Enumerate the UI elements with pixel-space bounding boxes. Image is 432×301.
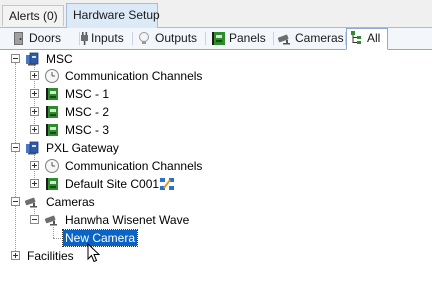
tree-label: MSC - 3 <box>65 123 110 137</box>
tree-node-msc-comm[interactable]: Communication Channels <box>0 67 432 85</box>
tab-outputs-label: Outputs <box>155 31 198 45</box>
expand-toggle[interactable] <box>11 251 20 260</box>
clock-channel-icon <box>45 69 59 83</box>
tree-node-facilities[interactable]: Facilities <box>0 247 432 265</box>
tree-label: Cameras <box>46 195 95 209</box>
tab-doors[interactable]: Doors <box>6 29 80 48</box>
tree-label: PXL Gateway <box>46 141 119 155</box>
camera-icon <box>24 197 37 208</box>
tab-cameras[interactable]: Cameras <box>274 29 346 48</box>
lightbulb-icon <box>139 32 149 44</box>
circuit-board-icon <box>46 106 58 118</box>
tab-all-label: All <box>367 31 381 45</box>
tree-label: Default Site C001 <box>65 177 160 191</box>
expand-toggle[interactable] <box>30 179 39 188</box>
input-plug-icon <box>81 32 88 45</box>
collapse-toggle[interactable] <box>30 215 39 224</box>
tab-inputs[interactable]: Inputs <box>78 29 133 48</box>
tab-alerts[interactable]: Alerts (0) <box>2 5 64 26</box>
tab-cameras-label: Cameras <box>295 31 344 45</box>
tab-doors-label: Doors <box>29 31 62 45</box>
controller-group-icon <box>26 141 39 155</box>
tree-label: Hanwha Wisenet Wave <box>65 213 190 227</box>
tree-label: MSC <box>46 52 73 66</box>
camera-icon <box>277 34 290 45</box>
collapse-toggle[interactable] <box>11 143 20 152</box>
tree-icon <box>351 31 361 44</box>
door-icon <box>14 32 23 45</box>
circuit-board-icon <box>212 32 225 45</box>
tab-panels-label: Panels <box>229 31 266 45</box>
tree-node-msc-1[interactable]: MSC - 1 <box>0 85 432 103</box>
tree-node-cameras[interactable]: Cameras <box>0 193 432 211</box>
circuit-board-icon <box>46 88 58 100</box>
tab-outputs[interactable]: Outputs <box>134 29 206 48</box>
expand-toggle[interactable] <box>30 71 39 80</box>
expand-toggle[interactable] <box>30 125 39 134</box>
tree-node-default-site[interactable]: Default Site C001 <box>0 175 432 193</box>
collapse-toggle[interactable] <box>11 54 20 63</box>
expand-toggle[interactable] <box>30 161 39 170</box>
tree-label: MSC - 1 <box>65 87 110 101</box>
tree-label: MSC - 2 <box>65 105 110 119</box>
tree-node-pxl-gateway[interactable]: PXL Gateway <box>0 139 432 157</box>
tab-inputs-label: Inputs <box>91 31 124 45</box>
expand-toggle[interactable] <box>30 107 39 116</box>
tree-node-hanwha[interactable]: Hanwha Wisenet Wave <box>0 211 432 229</box>
hardware-tree: MSC Communication Channels MSC - 1 MSC -… <box>0 50 432 301</box>
clock-channel-icon <box>45 159 59 173</box>
tree-node-new-camera[interactable]: New Camera <box>0 229 432 247</box>
tree-label: Communication Channels <box>65 69 203 83</box>
controller-group-icon <box>26 52 39 66</box>
tab-panels[interactable]: Panels <box>208 29 274 48</box>
circuit-board-icon <box>46 178 58 190</box>
camera-icon <box>44 215 57 226</box>
mouse-pointer-icon <box>87 243 101 263</box>
collapse-toggle[interactable] <box>11 197 20 206</box>
tree-node-msc-2[interactable]: MSC - 2 <box>0 103 432 121</box>
tree-node-pxl-comm[interactable]: Communication Channels <box>0 157 432 175</box>
tab-hardware-setup[interactable]: Hardware Setup <box>66 3 160 28</box>
tree-label: Facilities <box>27 249 74 263</box>
expand-toggle[interactable] <box>30 89 39 98</box>
hardware-tab-strip: Doors Inputs Outputs Panels Cameras All <box>0 28 432 50</box>
tree-node-msc-3[interactable]: MSC - 3 <box>0 121 432 139</box>
tab-all[interactable]: All <box>346 28 388 50</box>
tree-node-msc[interactable]: MSC <box>0 50 432 68</box>
circuit-board-icon <box>46 124 58 136</box>
tree-label: Communication Channels <box>65 159 203 173</box>
network-sync-icon <box>160 178 174 190</box>
top-tab-strip: Alerts (0) Hardware Setup <box>0 0 432 28</box>
